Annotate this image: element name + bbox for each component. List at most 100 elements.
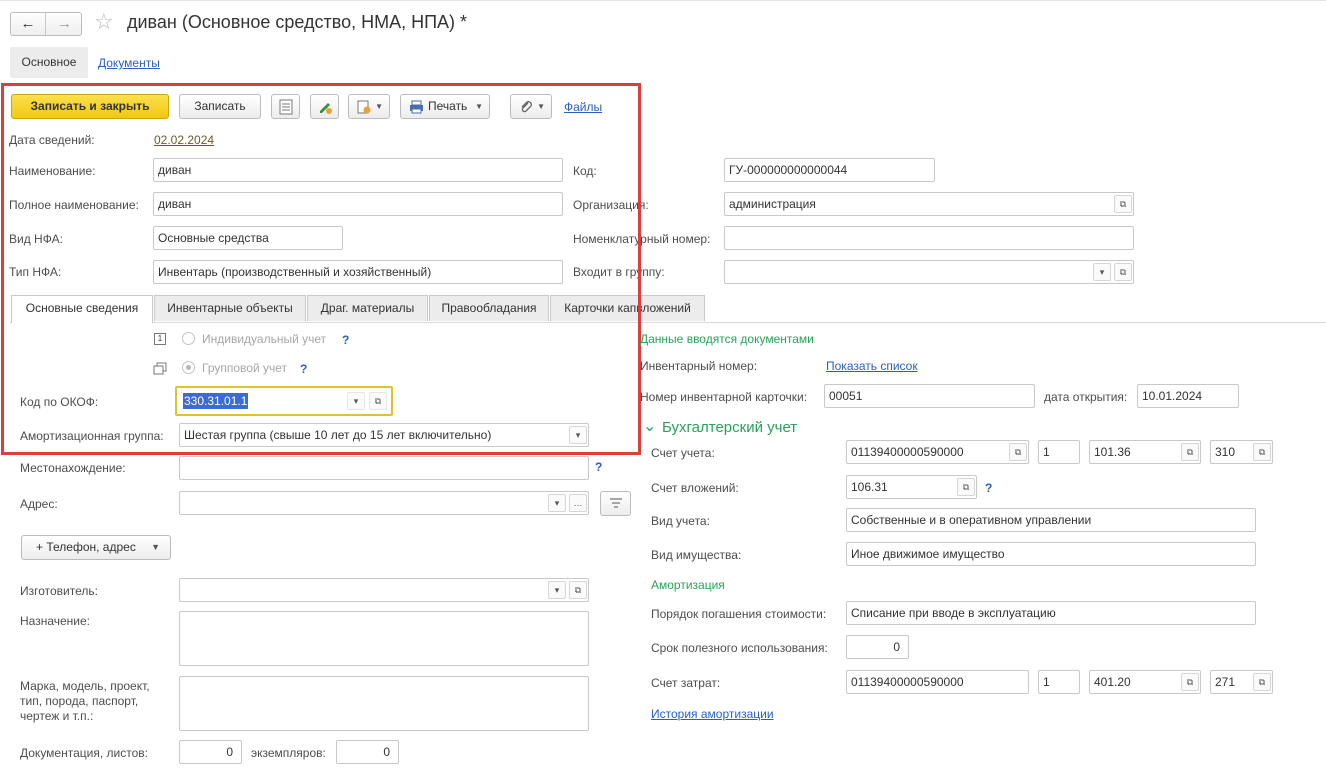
copies-input[interactable]: 0 [336, 740, 399, 764]
dropdown-arrow-icon[interactable]: ▾ [548, 494, 566, 512]
code-input[interactable]: ГУ-000000000000044 [724, 158, 935, 182]
code-label: Код: [573, 164, 597, 178]
amortization-history-link[interactable]: История амортизации [651, 707, 774, 721]
form-tab-documents[interactable]: Документы [98, 56, 160, 70]
location-input[interactable] [179, 456, 589, 480]
dropdown-arrow-icon: ▼ [537, 102, 545, 111]
address-format-button[interactable] [600, 491, 631, 516]
back-arrow-icon[interactable]: ← [11, 13, 46, 35]
account-kfo-field[interactable]: 1 [1038, 440, 1080, 464]
save-button[interactable]: Записать [179, 94, 261, 119]
documentation-sheets-input[interactable]: 0 [179, 740, 242, 764]
repayment-order-field[interactable]: Списание при вводе в эксплуатацию [846, 601, 1256, 625]
open-icon[interactable]: ⧉ [1009, 443, 1027, 461]
brand-model-label: Марка, модель, проект, тип, порода, пасп… [20, 679, 150, 723]
print-button[interactable]: Печать ▼ [400, 94, 490, 119]
help-icon[interactable]: ? [595, 460, 602, 474]
lines-icon [609, 498, 622, 508]
dropdown-arrow-icon[interactable]: ▾ [548, 581, 566, 599]
create-based-on-button[interactable]: ▼ [348, 94, 390, 119]
fullname-input[interactable]: диван [153, 192, 563, 216]
help-icon[interactable]: ? [342, 333, 349, 347]
save-and-close-button[interactable]: Записать и закрыть [11, 94, 169, 119]
nfa-kind-field[interactable]: Инвентарь (производственный и хозяйствен… [153, 260, 563, 284]
pen-icon [319, 103, 332, 114]
favorite-star-icon[interactable]: ☆ [94, 9, 114, 35]
tabs-baseline [10, 322, 1326, 323]
name-input[interactable]: диван [153, 158, 563, 182]
open-icon[interactable]: ⧉ [1181, 673, 1199, 691]
useful-life-label: Срок полезного использования: [651, 641, 828, 655]
open-icon[interactable]: ⧉ [957, 478, 975, 496]
form-tab-main[interactable]: Основное [10, 47, 88, 78]
phone-address-label: + Телефон, адрес [36, 540, 136, 554]
open-date-input[interactable]: 10.01.2024 [1137, 384, 1239, 408]
edit-signature-button[interactable] [310, 94, 339, 119]
single-item-icon: 1 [154, 333, 166, 345]
tab-basic-info[interactable]: Основные сведения [11, 295, 153, 323]
okof-label: Код по ОКОФ: [20, 395, 99, 409]
organization-field[interactable]: администрация [724, 192, 1134, 216]
forward-arrow-icon[interactable]: → [47, 13, 82, 35]
account-label: Счет учета: [651, 446, 715, 460]
dropdown-arrow-icon: ▼ [475, 102, 483, 111]
address-input[interactable] [179, 491, 589, 515]
okof-field[interactable]: 330.31.01.1 ▾ ⧉ [175, 386, 393, 416]
property-type-label: Вид имущества: [651, 548, 742, 562]
phone-address-button[interactable]: + Телефон, адрес ▼ [21, 535, 171, 560]
cost-account-label: Счет затрат: [651, 676, 721, 690]
card-number-label: Номер инвентарной карточки: [640, 390, 808, 404]
address-label: Адрес: [20, 497, 58, 511]
tab-rights[interactable]: Правообладания [429, 295, 549, 321]
cost-account-kfo-field[interactable]: 1 [1038, 670, 1080, 694]
open-icon[interactable]: ⧉ [1253, 673, 1271, 691]
manufacturer-field[interactable] [179, 578, 589, 602]
dropdown-arrow-icon[interactable]: ▾ [569, 426, 587, 444]
open-icon[interactable]: ⧉ [1253, 443, 1271, 461]
purpose-textarea[interactable] [179, 611, 589, 666]
accounting-type-field[interactable]: Собственные и в оперативном управлении [846, 508, 1256, 532]
tab-inventory-objects[interactable]: Инвентарные объекты [154, 295, 306, 321]
open-icon[interactable]: ⧉ [1181, 443, 1199, 461]
brand-model-textarea[interactable] [179, 676, 589, 731]
dropdown-arrow-icon[interactable]: ▾ [347, 392, 365, 410]
dropdown-arrow-icon: ▼ [375, 102, 383, 111]
tab-capital-cards[interactable]: Карточки капвложений [550, 295, 705, 321]
more-icon[interactable]: … [569, 494, 587, 512]
open-icon[interactable]: ⧉ [1114, 195, 1132, 213]
open-icon[interactable]: ⧉ [1114, 263, 1132, 281]
property-type-field[interactable]: Иное движимое имущество [846, 542, 1256, 566]
individual-radio[interactable] [182, 332, 195, 345]
organization-value: администрация [729, 197, 816, 211]
nomenclature-number-input[interactable] [724, 226, 1134, 250]
nfa-type-field[interactable]: Основные средства [153, 226, 343, 250]
card-number-input[interactable]: 00051 [824, 384, 1035, 408]
amortization-group-label: Амортизационная группа: [20, 429, 164, 443]
amortization-title: Амортизация [651, 578, 725, 592]
nfa-kind-label: Тип НФА: [9, 265, 62, 279]
open-icon[interactable]: ⧉ [369, 392, 387, 410]
accounting-section-title[interactable]: Бухгалтерский учет [662, 419, 797, 436]
group-field[interactable] [724, 260, 1134, 284]
attachment-button[interactable]: ▼ [510, 94, 552, 119]
useful-life-input[interactable]: 0 [846, 635, 909, 659]
amortization-group-field[interactable]: Шестая группа (свыше 10 лет до 15 лет вк… [179, 423, 589, 447]
open-icon[interactable]: ⧉ [569, 581, 587, 599]
files-link[interactable]: Файлы [564, 100, 602, 114]
documents-notice: Данные вводятся документами [640, 332, 814, 346]
print-label: Печать [428, 99, 468, 113]
paperclip-icon [521, 101, 532, 113]
group-items-icon [153, 362, 167, 375]
fullname-label: Полное наименование: [9, 198, 139, 212]
account-code-field[interactable]: 01139400000590000 [846, 440, 1029, 464]
dropdown-arrow-icon[interactable]: ▾ [1093, 263, 1111, 281]
chevron-down-icon[interactable]: ⌄ [643, 416, 656, 436]
show-list-link[interactable]: Показать список [826, 359, 918, 373]
report-structure-button[interactable] [271, 94, 300, 119]
help-icon[interactable]: ? [300, 362, 307, 376]
help-icon[interactable]: ? [985, 481, 992, 495]
date-value-link[interactable]: 02.02.2024 [154, 133, 214, 147]
cost-account-code-field[interactable]: 01139400000590000 [846, 670, 1029, 694]
group-radio[interactable] [182, 361, 195, 374]
tab-precious-materials[interactable]: Драг. материалы [307, 295, 428, 321]
